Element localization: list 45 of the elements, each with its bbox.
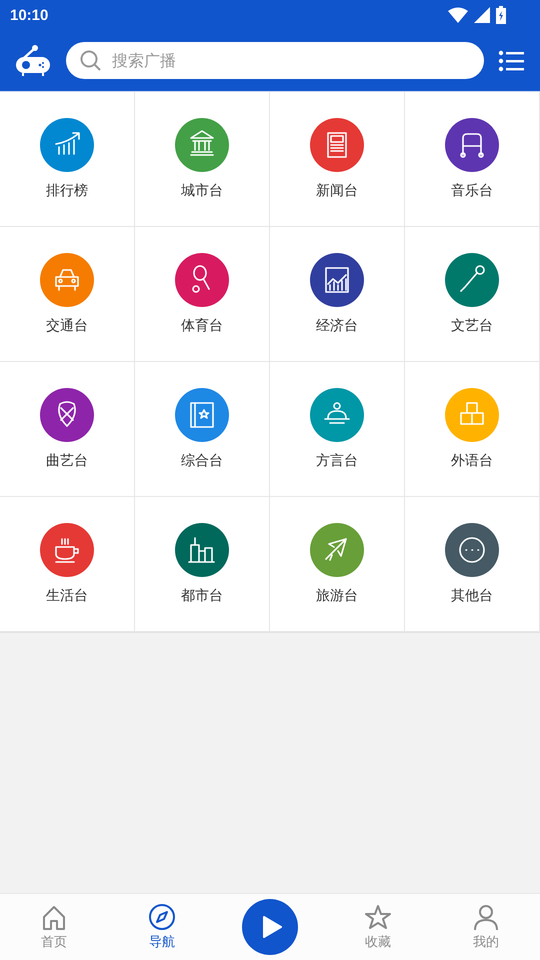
category-label: 城市台 [181,182,223,200]
category-tile[interactable]: 旅游台 [270,497,405,632]
clock-time: 10:10 [10,6,48,24]
category-label: 综合台 [181,452,223,470]
category-label: 都市台 [181,587,223,605]
category-tile[interactable]: 交通台 [0,227,135,362]
category-tile[interactable]: 方言台 [270,362,405,497]
category-tile[interactable]: 经济台 [270,227,405,362]
person-icon [472,903,500,931]
category-label: 体育台 [181,317,223,335]
nav-tab[interactable]: 导航 [132,903,192,951]
search-field[interactable]: 搜索广播 [66,42,484,79]
play-icon [262,916,282,938]
category-tile[interactable]: 体育台 [135,227,270,362]
category-label: 其他台 [451,587,493,605]
category-label: 交通台 [46,317,88,335]
compass-icon [148,903,176,931]
category-tile[interactable]: 城市台 [135,92,270,227]
category-tile[interactable]: 外语台 [405,362,540,497]
star-icon [364,903,392,931]
category-tile[interactable]: 排行榜 [0,92,135,227]
radio-icon [14,44,52,78]
home-icon [40,903,68,931]
signal-icon [474,7,490,23]
category-label: 经济台 [316,317,358,335]
battery-icon [496,6,506,24]
category-tile[interactable]: 曲艺台 [0,362,135,497]
category-tile[interactable]: 生活台 [0,497,135,632]
wifi-icon [448,7,468,23]
category-label: 生活台 [46,587,88,605]
category-label: 方言台 [316,452,358,470]
category-label: 曲艺台 [46,452,88,470]
category-tile[interactable]: 综合台 [135,362,270,497]
category-label: 音乐台 [451,182,493,200]
category-tile[interactable]: 其他台 [405,497,540,632]
category-label: 排行榜 [46,182,88,200]
category-label: 旅游台 [316,587,358,605]
category-label: 文艺台 [451,317,493,335]
category-label: 外语台 [451,452,493,470]
category-tile[interactable]: 文艺台 [405,227,540,362]
category-tile[interactable]: 音乐台 [405,92,540,227]
category-tile[interactable]: 新闻台 [270,92,405,227]
category-tile[interactable]: 都市台 [135,497,270,632]
menu-icon[interactable] [498,50,524,72]
category-label: 新闻台 [316,182,358,200]
